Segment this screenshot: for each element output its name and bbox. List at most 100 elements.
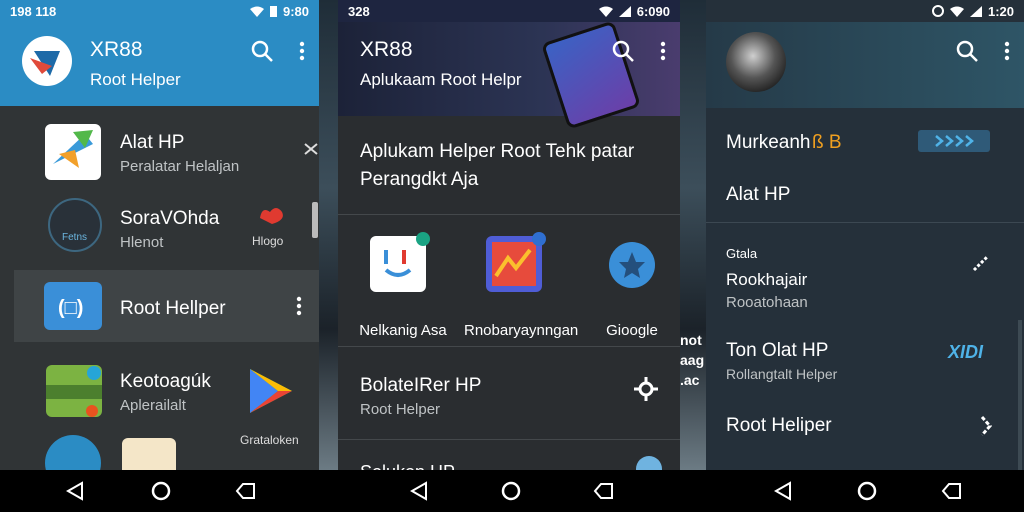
list-item-soravohda[interactable]: Fetns SoraVOhda Hlenot Hlogo [0, 190, 319, 260]
status-clock: 6:090 [636, 3, 670, 19]
back-icon[interactable] [772, 480, 794, 502]
gtala-subtitle: Rookhajair [726, 270, 808, 289]
soravohda-icon: Fetns [48, 198, 102, 252]
phone-illustration [540, 20, 642, 130]
scrollbar[interactable] [1018, 320, 1022, 470]
soravohda-icon-label: Fetns [62, 232, 88, 243]
ton-olat-subtitle: Rollangtalt Helper [726, 366, 838, 382]
recents-icon[interactable] [592, 480, 614, 502]
home-icon[interactable] [856, 480, 878, 502]
background-gap-left [319, 0, 338, 470]
edit-icon[interactable] [972, 254, 990, 272]
root-helper-icon: (□) [44, 282, 102, 330]
home-icon[interactable] [500, 480, 522, 502]
phone-screen-2: 328 6:090 XR88 Aplukaam Root Helpr Apluk… [338, 0, 680, 470]
scrollbar[interactable] [312, 202, 318, 238]
wifi-icon [949, 6, 964, 17]
battery-icon [269, 5, 277, 17]
status-clock: 9:80 [282, 3, 309, 19]
app-bar: XR88 Root Helper [0, 22, 319, 106]
svg-text:(□): (□) [58, 297, 83, 319]
alat-hp-subtitle: Peralatar Helaljan [120, 158, 240, 175]
murkeanh-tag: ß B [812, 132, 842, 153]
app-grid: Nelkanig Asa Rnobaryaynngan Gioogle [338, 214, 680, 339]
list-item-partial[interactable] [0, 432, 319, 470]
play-store-icon[interactable] [248, 367, 294, 415]
settings-icon[interactable] [634, 377, 658, 401]
list-item-alat-hp[interactable]: Alat HP Peralatar Helaljan [0, 106, 319, 184]
app-title: XR88 [360, 38, 413, 61]
back-icon[interactable] [64, 480, 86, 502]
app-logo [22, 36, 72, 86]
list-item-keotoaguk[interactable]: Keotoagúk Aplerailalt Grataloken [0, 355, 319, 447]
more-vert-icon[interactable] [299, 41, 305, 61]
partial-app-icon [45, 435, 101, 470]
gtala-title: Gtala [726, 246, 758, 261]
more-vert-icon[interactable] [296, 296, 302, 316]
wifi-icon [598, 6, 613, 17]
bolateirer-subtitle: Root Helper [360, 401, 441, 418]
hlogo-icon [258, 204, 286, 226]
root-heliper-title: Root Heliper [726, 415, 832, 436]
list-item-root-heliper[interactable]: Root Heliper [706, 405, 1024, 450]
back-icon[interactable] [408, 480, 430, 502]
headline-card: Aplukam Helper Root Tehk patar Perangdkt… [338, 116, 680, 215]
recents-icon[interactable] [940, 480, 962, 502]
app-tile-rnobaryaynngan[interactable]: Rnobaryaynngan [464, 232, 578, 339]
headline-text: Aplukam Helper Root Tehk patar Perangdkt… [360, 141, 635, 190]
alat-hp-icon [45, 124, 101, 180]
search-icon[interactable] [251, 40, 273, 62]
expand-icon[interactable] [304, 142, 318, 156]
gap-text-1: not [680, 332, 702, 348]
list-item-alat-hp-3[interactable]: Alat HP [706, 172, 1024, 223]
search-icon[interactable] [956, 40, 978, 62]
soravohda-subtitle: Hlenot [120, 234, 164, 251]
app-tile-nelkanig[interactable]: Nelkanig Asa [348, 232, 458, 339]
list-item-ton-olat[interactable]: Ton Olat HP Rollangtalt Helper XIDI [706, 330, 1024, 390]
partial-row-icon [636, 456, 662, 470]
status-time: 198 118 [10, 3, 57, 19]
list-item-root-helper[interactable]: (□) Root Hellper [14, 270, 319, 342]
app-title: XR88 [90, 38, 143, 61]
list-item-bolateirer[interactable]: BolateIRer HP Root Helper [338, 346, 680, 440]
app-tile-gioogle[interactable]: Gioogle [582, 234, 680, 339]
home-icon[interactable] [150, 480, 172, 502]
app-subtitle: Aplukaam Root Helpr [360, 70, 522, 89]
signal-icon [618, 5, 631, 17]
app-tile-label: Nelkanig Asa [359, 322, 447, 339]
house-app-icon [122, 438, 176, 470]
soravohda-title: SoraVOhda [120, 208, 220, 229]
partial-row-text: Solukon HP [360, 462, 455, 470]
gap-text-2: aag [680, 352, 705, 368]
alat-hp-3-title: Alat HP [726, 184, 791, 205]
search-icon[interactable] [612, 40, 634, 62]
avatar[interactable] [726, 32, 786, 92]
app-bar [706, 22, 1024, 108]
keotoaguk-title: Keotoagúk [120, 371, 211, 392]
chat-app-icon [370, 232, 430, 292]
ton-olat-title: Ton Olat HP [726, 340, 829, 361]
status-bar: 328 6:090 [338, 0, 680, 22]
keotoaguk-subtitle: Aplerailalt [120, 397, 186, 414]
app-subtitle: Root Helper [90, 70, 181, 89]
wifi-icon [249, 6, 264, 17]
more-vert-icon[interactable] [1004, 41, 1010, 61]
chevron-right-icon[interactable] [980, 415, 992, 437]
list-item-murkeanh[interactable]: Murkeanh ß B [706, 120, 1024, 164]
phone-screen-3: 1:20 Murkeanh ß B Alat HP Gtala Rookhaja… [706, 0, 1024, 470]
status-bar: 1:20 [706, 0, 1024, 22]
app-tile-label: Rnobaryaynngan [464, 322, 579, 339]
gtala-extra: Rooatohaan [726, 294, 808, 311]
app-bar: XR88 Aplukaam Root Helpr [338, 20, 680, 130]
root-helper-title: Root Hellper [120, 298, 226, 319]
signal-icon [969, 5, 982, 17]
recents-icon[interactable] [234, 480, 256, 502]
badge-icon [416, 232, 430, 246]
arrows-badge[interactable] [918, 130, 990, 152]
more-vert-icon[interactable] [660, 41, 666, 61]
alat-hp-title: Alat HP [120, 132, 185, 153]
list-item-gtala[interactable]: Gtala Rookhajair Rooatohaan [706, 240, 1024, 311]
phone-screen-1: 198 118 9:80 XR88 Root Helper Alat HP Pe… [0, 0, 319, 470]
keotoaguk-icon [46, 365, 102, 417]
status-bar: 198 118 9:80 [0, 0, 319, 22]
